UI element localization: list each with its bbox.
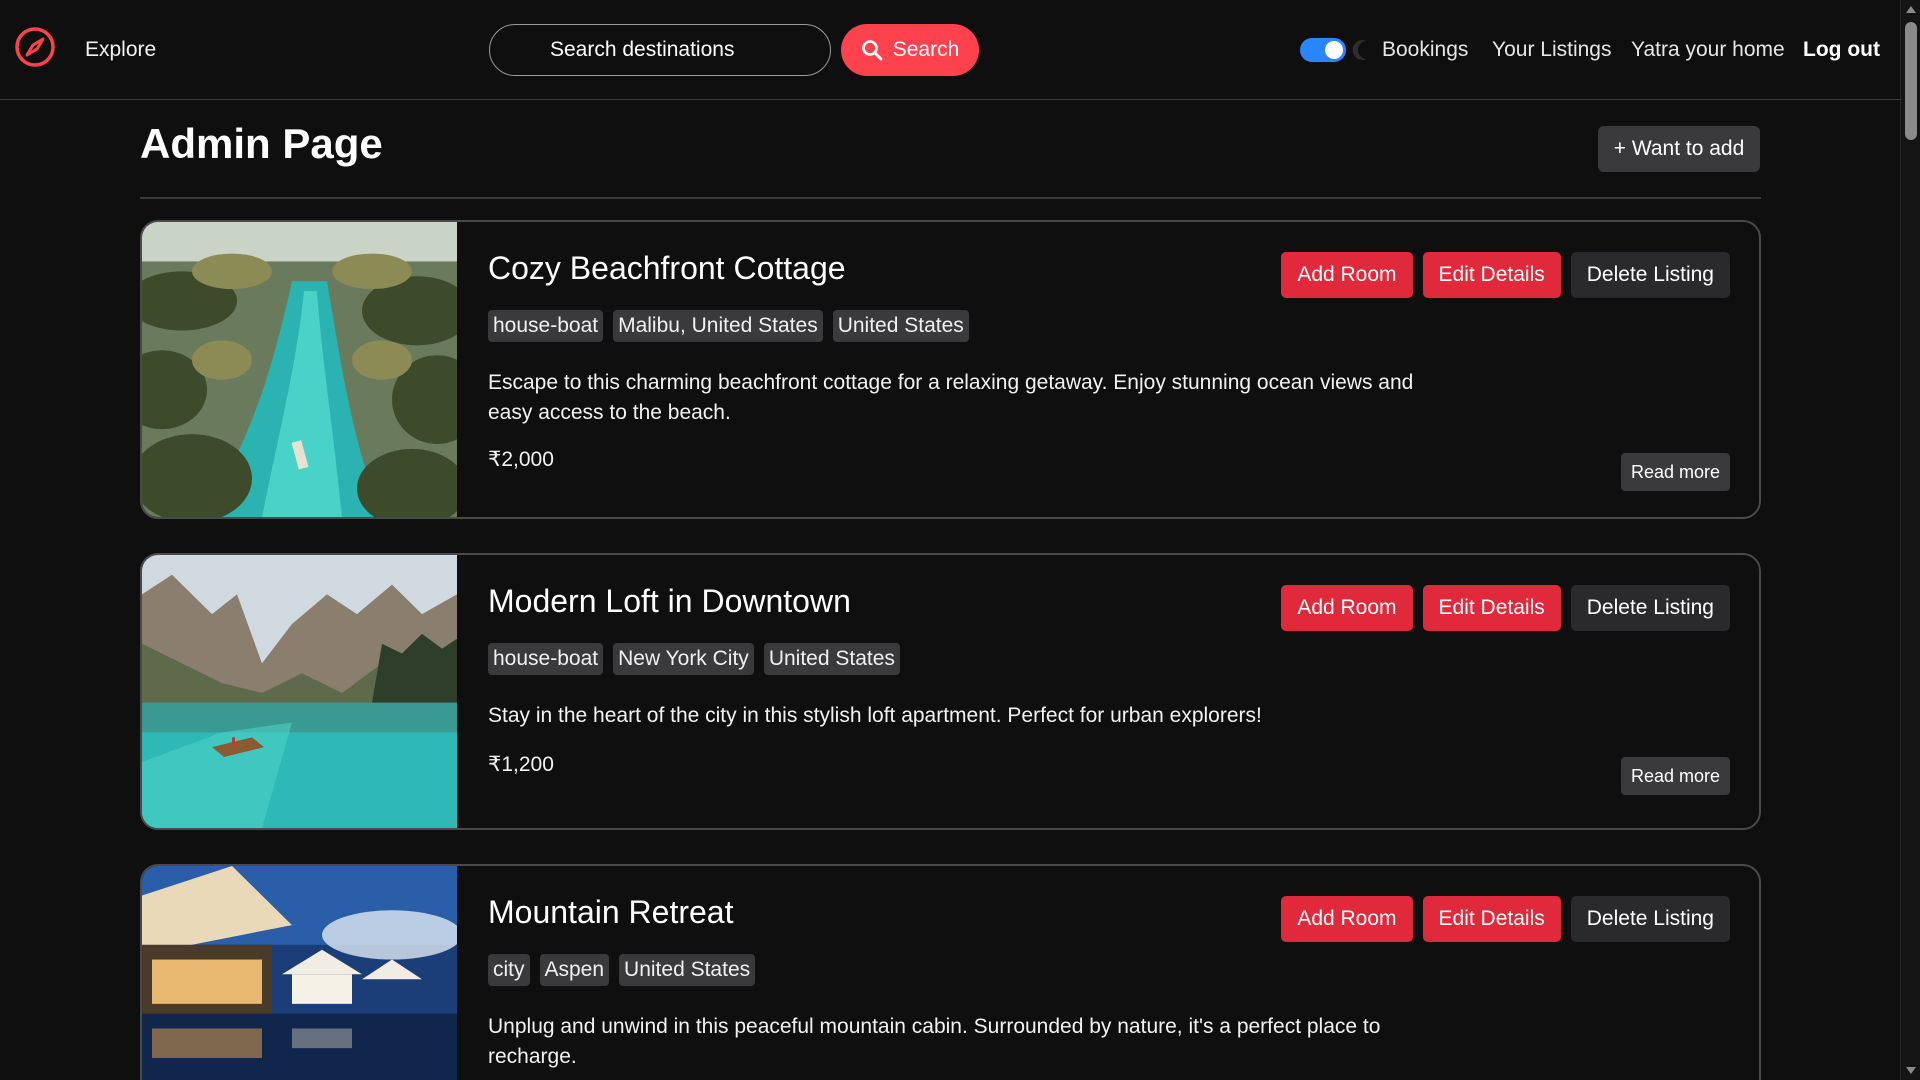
read-more-button[interactable]: Read more bbox=[1620, 453, 1730, 491]
page-scrollbar[interactable] bbox=[1900, 0, 1920, 1080]
listing-image-mountain-lake[interactable] bbox=[142, 555, 457, 828]
compass-logo-icon[interactable] bbox=[14, 26, 56, 68]
search-button-label: Search bbox=[892, 38, 960, 61]
listing-description: Escape to this charming beachfront cotta… bbox=[488, 371, 1414, 424]
listing-tags: city Aspen United States bbox=[488, 954, 756, 986]
listing-image-tropical-river[interactable] bbox=[142, 222, 457, 517]
nav-bookings-link[interactable]: Bookings bbox=[1382, 38, 1468, 62]
tag-location: Aspen bbox=[539, 954, 610, 986]
tag-category: house-boat bbox=[488, 643, 604, 675]
listing-tags: house-boat Malibu, United States United … bbox=[488, 310, 969, 342]
want-to-add-button[interactable]: + Want to add bbox=[1598, 126, 1760, 172]
add-room-button[interactable]: Add Room bbox=[1281, 896, 1413, 942]
listing-price: ₹1,200 bbox=[488, 753, 554, 776]
edit-details-button[interactable]: Edit Details bbox=[1422, 585, 1561, 631]
nav-explore-link[interactable]: Explore bbox=[85, 38, 156, 62]
listing-title: Cozy Beachfront Cottage bbox=[488, 250, 846, 286]
delete-listing-button[interactable]: Delete Listing bbox=[1570, 252, 1730, 298]
search-icon bbox=[861, 40, 883, 61]
delete-listing-button[interactable]: Delete Listing bbox=[1570, 896, 1730, 942]
add-room-button[interactable]: Add Room bbox=[1281, 585, 1413, 631]
search-button[interactable]: Search bbox=[841, 24, 979, 76]
tag-country: United States bbox=[832, 310, 969, 342]
scroll-up-arrow-icon[interactable] bbox=[1906, 6, 1916, 13]
listing-title: Modern Loft in Downtown bbox=[488, 583, 851, 619]
navbar: Explore Search Bookings Your Listings Ya… bbox=[0, 0, 1900, 100]
tag-category: house-boat bbox=[488, 310, 604, 342]
tag-location: New York City bbox=[613, 643, 754, 675]
listing-card: Modern Loft in Downtown house-boat New Y… bbox=[140, 553, 1761, 830]
listing-actions: Add Room Edit Details Delete Listing bbox=[1281, 896, 1730, 942]
listing-description: Unplug and unwind in this peaceful mount… bbox=[488, 1015, 1381, 1068]
toggle-knob bbox=[1325, 41, 1343, 59]
tag-country: United States bbox=[619, 954, 756, 986]
add-room-button[interactable]: Add Room bbox=[1281, 252, 1413, 298]
search-input[interactable] bbox=[489, 24, 831, 76]
listing-tags: house-boat New York City United States bbox=[488, 643, 900, 675]
read-more-button[interactable]: Read more bbox=[1620, 757, 1730, 795]
tag-country: United States bbox=[763, 643, 900, 675]
moon-icon bbox=[1352, 38, 1376, 62]
listing-description: Stay in the heart of the city in this st… bbox=[488, 704, 1262, 727]
scroll-down-arrow-icon[interactable] bbox=[1906, 1067, 1916, 1074]
page-title: Admin Page bbox=[140, 120, 383, 167]
header-divider bbox=[140, 197, 1761, 199]
listing-image-resort-pool[interactable] bbox=[142, 866, 457, 1080]
nav-yatra-your-home-link[interactable]: Yatra your home bbox=[1631, 38, 1785, 62]
delete-listing-button[interactable]: Delete Listing bbox=[1570, 585, 1730, 631]
listing-card: Mountain Retreat city Aspen United State… bbox=[140, 864, 1761, 1080]
tag-location: Malibu, United States bbox=[613, 310, 823, 342]
edit-details-button[interactable]: Edit Details bbox=[1422, 896, 1561, 942]
scrollbar-thumb[interactable] bbox=[1905, 22, 1917, 140]
tag-category: city bbox=[488, 954, 530, 986]
listing-price: ₹2,000 bbox=[488, 448, 554, 471]
listing-actions: Add Room Edit Details Delete Listing bbox=[1281, 585, 1730, 631]
nav-logout-link[interactable]: Log out bbox=[1803, 38, 1880, 62]
listing-actions: Add Room Edit Details Delete Listing bbox=[1281, 252, 1730, 298]
listing-title: Mountain Retreat bbox=[488, 894, 734, 930]
theme-toggle[interactable] bbox=[1300, 38, 1346, 62]
nav-your-listings-link[interactable]: Your Listings bbox=[1492, 38, 1611, 62]
listing-card: Cozy Beachfront Cottage house-boat Malib… bbox=[140, 220, 1761, 519]
edit-details-button[interactable]: Edit Details bbox=[1422, 252, 1561, 298]
